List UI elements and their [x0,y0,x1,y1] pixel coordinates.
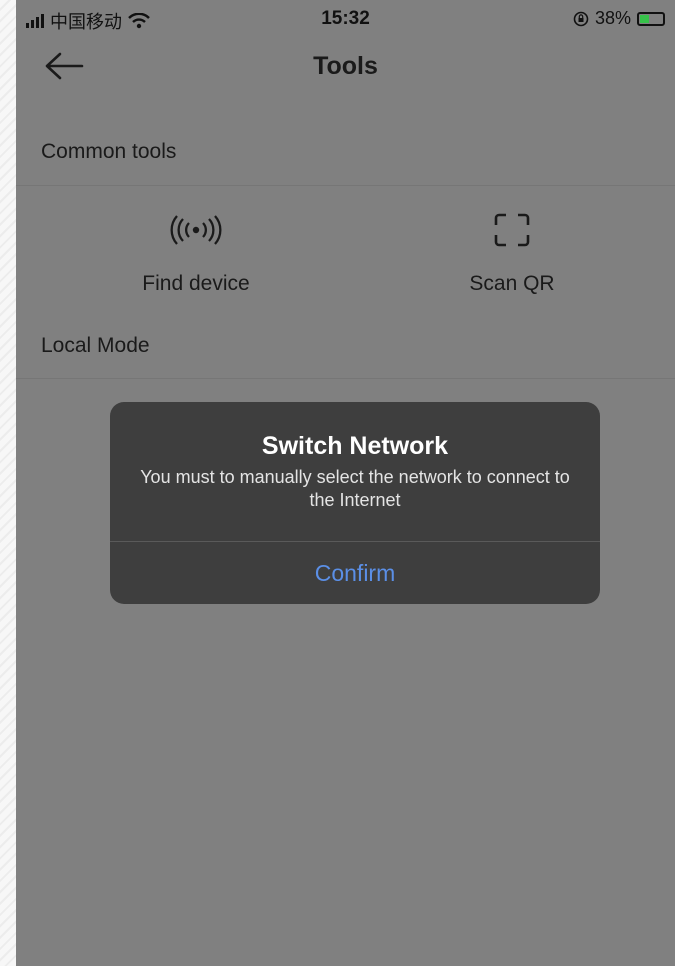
find-device-label: Find device [142,272,250,295]
scan-frame-icon [402,210,622,250]
signal-broadcast-icon [86,210,306,250]
section-common-tools: Common tools [41,140,177,163]
page-title: Tools [313,52,378,80]
divider [16,378,675,379]
confirm-button[interactable]: Confirm [110,542,600,604]
app-screen: 中国移动 15:32 38% Tools Common tools Find d… [16,0,675,966]
switch-network-dialog: Switch Network You must to manually sele… [110,402,600,604]
dialog-title: Switch Network [261,432,449,460]
side-edge [0,0,16,966]
scan-qr-label: Scan QR [469,272,555,295]
battery-percent: 38% [594,8,631,28]
status-right: 38% [573,8,665,29]
battery-icon [637,11,665,26]
orientation-lock-icon [573,11,589,26]
section-local-mode: Local Mode [41,334,150,357]
nav-header: Tools [16,36,675,98]
status-bar: 中国移动 15:32 38% [16,0,675,36]
find-device-button[interactable]: Find device [86,210,306,296]
dialog-message: You must to manually select the network … [140,467,570,510]
scan-qr-button[interactable]: Scan QR [402,210,622,296]
divider [16,185,675,186]
